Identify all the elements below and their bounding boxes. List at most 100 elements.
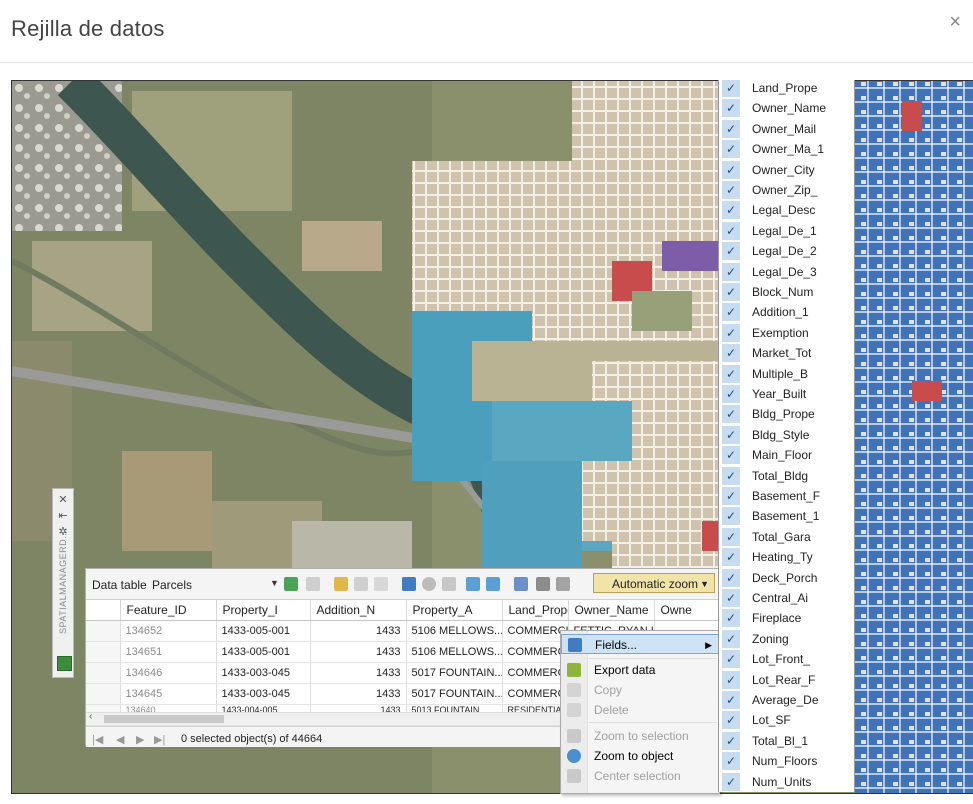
cell[interactable]: 134652 xyxy=(120,620,217,642)
prev-page-icon[interactable]: ◀ xyxy=(116,733,124,746)
field-item[interactable]: ✓ Zoning xyxy=(719,629,854,649)
close-icon[interactable]: × xyxy=(949,12,961,32)
circle-icon[interactable] xyxy=(422,577,436,591)
field-item[interactable]: ✓ Block_Num xyxy=(719,282,854,302)
cell[interactable]: 134646 xyxy=(120,662,217,684)
checkbox-checked-icon[interactable]: ✓ xyxy=(722,589,740,607)
field-item[interactable]: ✓ Lot_SF xyxy=(719,710,854,730)
checkbox-checked-icon[interactable]: ✓ xyxy=(722,80,740,97)
field-item[interactable]: ✓ Heating_Ty xyxy=(719,547,854,567)
field-item[interactable]: ✓ Average_De xyxy=(719,690,854,710)
row-header[interactable] xyxy=(86,641,121,663)
close-dock-icon[interactable]: ✕ xyxy=(56,493,70,507)
cell[interactable]: COMMERCIA xyxy=(502,620,569,642)
checkbox-checked-icon[interactable]: ✓ xyxy=(722,568,740,587)
menu-item-zoom-to-selection[interactable]: Zoom to selection xyxy=(561,726,719,746)
checkbox-checked-icon[interactable]: ✓ xyxy=(722,527,740,546)
grid-view-icon[interactable] xyxy=(402,577,416,591)
checkbox-checked-icon[interactable]: ✓ xyxy=(722,160,740,179)
checkbox-checked-icon[interactable]: ✓ xyxy=(722,344,740,363)
cell[interactable]: 5017 FOUNTAIN... xyxy=(406,683,503,705)
field-item[interactable]: ✓ Legal_Desc xyxy=(719,200,854,220)
checkbox-checked-icon[interactable]: ✓ xyxy=(722,221,740,240)
pin-icon[interactable]: ⇤ xyxy=(56,509,70,523)
field-item[interactable]: ✓ Num_Units xyxy=(719,772,854,792)
next-page-icon[interactable]: ▶ xyxy=(136,733,144,746)
field-item[interactable]: ✓ Year_Built xyxy=(719,384,854,404)
field-item[interactable]: ✓ Addition_1 xyxy=(719,302,854,322)
col-header[interactable]: Feature_ID xyxy=(120,600,217,621)
field-item[interactable]: ✓ Exemption xyxy=(719,323,854,343)
field-item[interactable]: ✓ Lot_Rear_F xyxy=(719,670,854,690)
checkbox-checked-icon[interactable]: ✓ xyxy=(722,303,740,322)
checkbox-checked-icon[interactable]: ✓ xyxy=(722,385,740,403)
cell[interactable]: COMMERCIA xyxy=(502,683,569,705)
cell[interactable]: 1433-005-001 xyxy=(216,620,311,642)
refresh-icon[interactable] xyxy=(284,577,298,591)
select-icon[interactable] xyxy=(334,577,348,591)
menu-item-delete[interactable]: Delete xyxy=(561,700,719,720)
col-header[interactable]: Property_I xyxy=(216,600,311,621)
checkbox-checked-icon[interactable]: ✓ xyxy=(722,752,740,771)
field-item[interactable]: ✓ Total_Bl_1 xyxy=(719,731,854,751)
layer-select[interactable]: Parcels xyxy=(152,578,192,592)
scrollbar-thumb[interactable] xyxy=(104,715,224,723)
unlink-icon[interactable] xyxy=(556,577,570,591)
table-icon[interactable] xyxy=(57,656,72,671)
checkbox-checked-icon[interactable]: ✓ xyxy=(722,262,740,281)
copy-rows-icon[interactable] xyxy=(354,577,368,591)
checkbox-checked-icon[interactable]: ✓ xyxy=(722,283,740,301)
col-header[interactable]: Land_Prope xyxy=(502,600,569,621)
checkbox-checked-icon[interactable]: ✓ xyxy=(722,548,740,567)
field-item[interactable]: ✓ Fireplace xyxy=(719,608,854,628)
checkbox-checked-icon[interactable]: ✓ xyxy=(722,242,740,261)
field-item[interactable]: ✓ Central_Ai xyxy=(719,588,854,608)
row-header[interactable] xyxy=(86,662,121,684)
checkbox-checked-icon[interactable]: ✓ xyxy=(722,201,740,220)
filter-icon[interactable] xyxy=(466,577,480,591)
field-item[interactable]: ✓ Land_Prope xyxy=(719,80,854,98)
cell[interactable]: 1433 xyxy=(310,683,407,705)
cell[interactable]: 134645 xyxy=(120,683,217,705)
row-header[interactable] xyxy=(86,620,121,642)
checkbox-checked-icon[interactable]: ✓ xyxy=(722,364,740,383)
field-item[interactable]: ✓ Num_Floors xyxy=(719,751,854,771)
checkbox-checked-icon[interactable]: ✓ xyxy=(722,691,740,709)
cell[interactable]: 1433 xyxy=(310,620,407,642)
cell[interactable]: 5106 MELLOWS... xyxy=(406,641,503,663)
checkbox-checked-icon[interactable]: ✓ xyxy=(722,507,740,526)
layer-icon[interactable] xyxy=(442,577,456,591)
chevron-down-icon[interactable]: ▼ xyxy=(270,578,279,588)
checkbox-checked-icon[interactable]: ✓ xyxy=(722,670,740,689)
field-item[interactable]: ✓ Market_Tot xyxy=(719,343,854,363)
field-item[interactable]: ✓ Basement_F xyxy=(719,486,854,506)
checkbox-checked-icon[interactable]: ✓ xyxy=(722,323,740,342)
menu-item-zoom-to-object[interactable]: Zoom to object xyxy=(561,746,719,766)
menu-item-copy[interactable]: Copy xyxy=(561,680,719,700)
cell[interactable]: 1433 xyxy=(310,662,407,684)
cell[interactable]: COMMERCIA xyxy=(502,662,569,684)
col-header[interactable]: Addition_N xyxy=(310,600,407,621)
cell[interactable]: 1433-003-045 xyxy=(216,683,311,705)
menu-item-fields[interactable]: Fields... ▶ xyxy=(561,634,719,654)
field-item[interactable]: ✓ Owner_City xyxy=(719,160,854,180)
field-item[interactable]: ✓ Owner_Name xyxy=(719,98,854,118)
first-page-icon[interactable]: |◀ xyxy=(92,733,103,746)
last-page-icon[interactable]: ▶| xyxy=(154,733,165,746)
row-header[interactable] xyxy=(86,683,121,705)
checkbox-checked-icon[interactable]: ✓ xyxy=(722,446,740,465)
checkbox-checked-icon[interactable]: ✓ xyxy=(722,487,740,505)
field-item[interactable]: ✓ Legal_De_2 xyxy=(719,241,854,261)
checkbox-checked-icon[interactable]: ✓ xyxy=(722,140,740,159)
field-item[interactable]: ✓ Total_Gara xyxy=(719,527,854,547)
checkbox-checked-icon[interactable]: ✓ xyxy=(722,119,740,138)
field-item[interactable]: ✓ Legal_De_3 xyxy=(719,262,854,282)
field-item[interactable]: ✓ Basement_1 xyxy=(719,506,854,526)
field-item[interactable]: ✓ Multiple_B xyxy=(719,364,854,384)
checkbox-checked-icon[interactable]: ✓ xyxy=(722,650,740,669)
form-icon[interactable] xyxy=(306,577,320,591)
field-item[interactable]: ✓ Owner_Mail xyxy=(719,119,854,139)
checkbox-checked-icon[interactable]: ✓ xyxy=(722,181,740,199)
cell[interactable]: 5017 FOUNTAIN... xyxy=(406,662,503,684)
col-header[interactable]: Property_A xyxy=(406,600,503,621)
